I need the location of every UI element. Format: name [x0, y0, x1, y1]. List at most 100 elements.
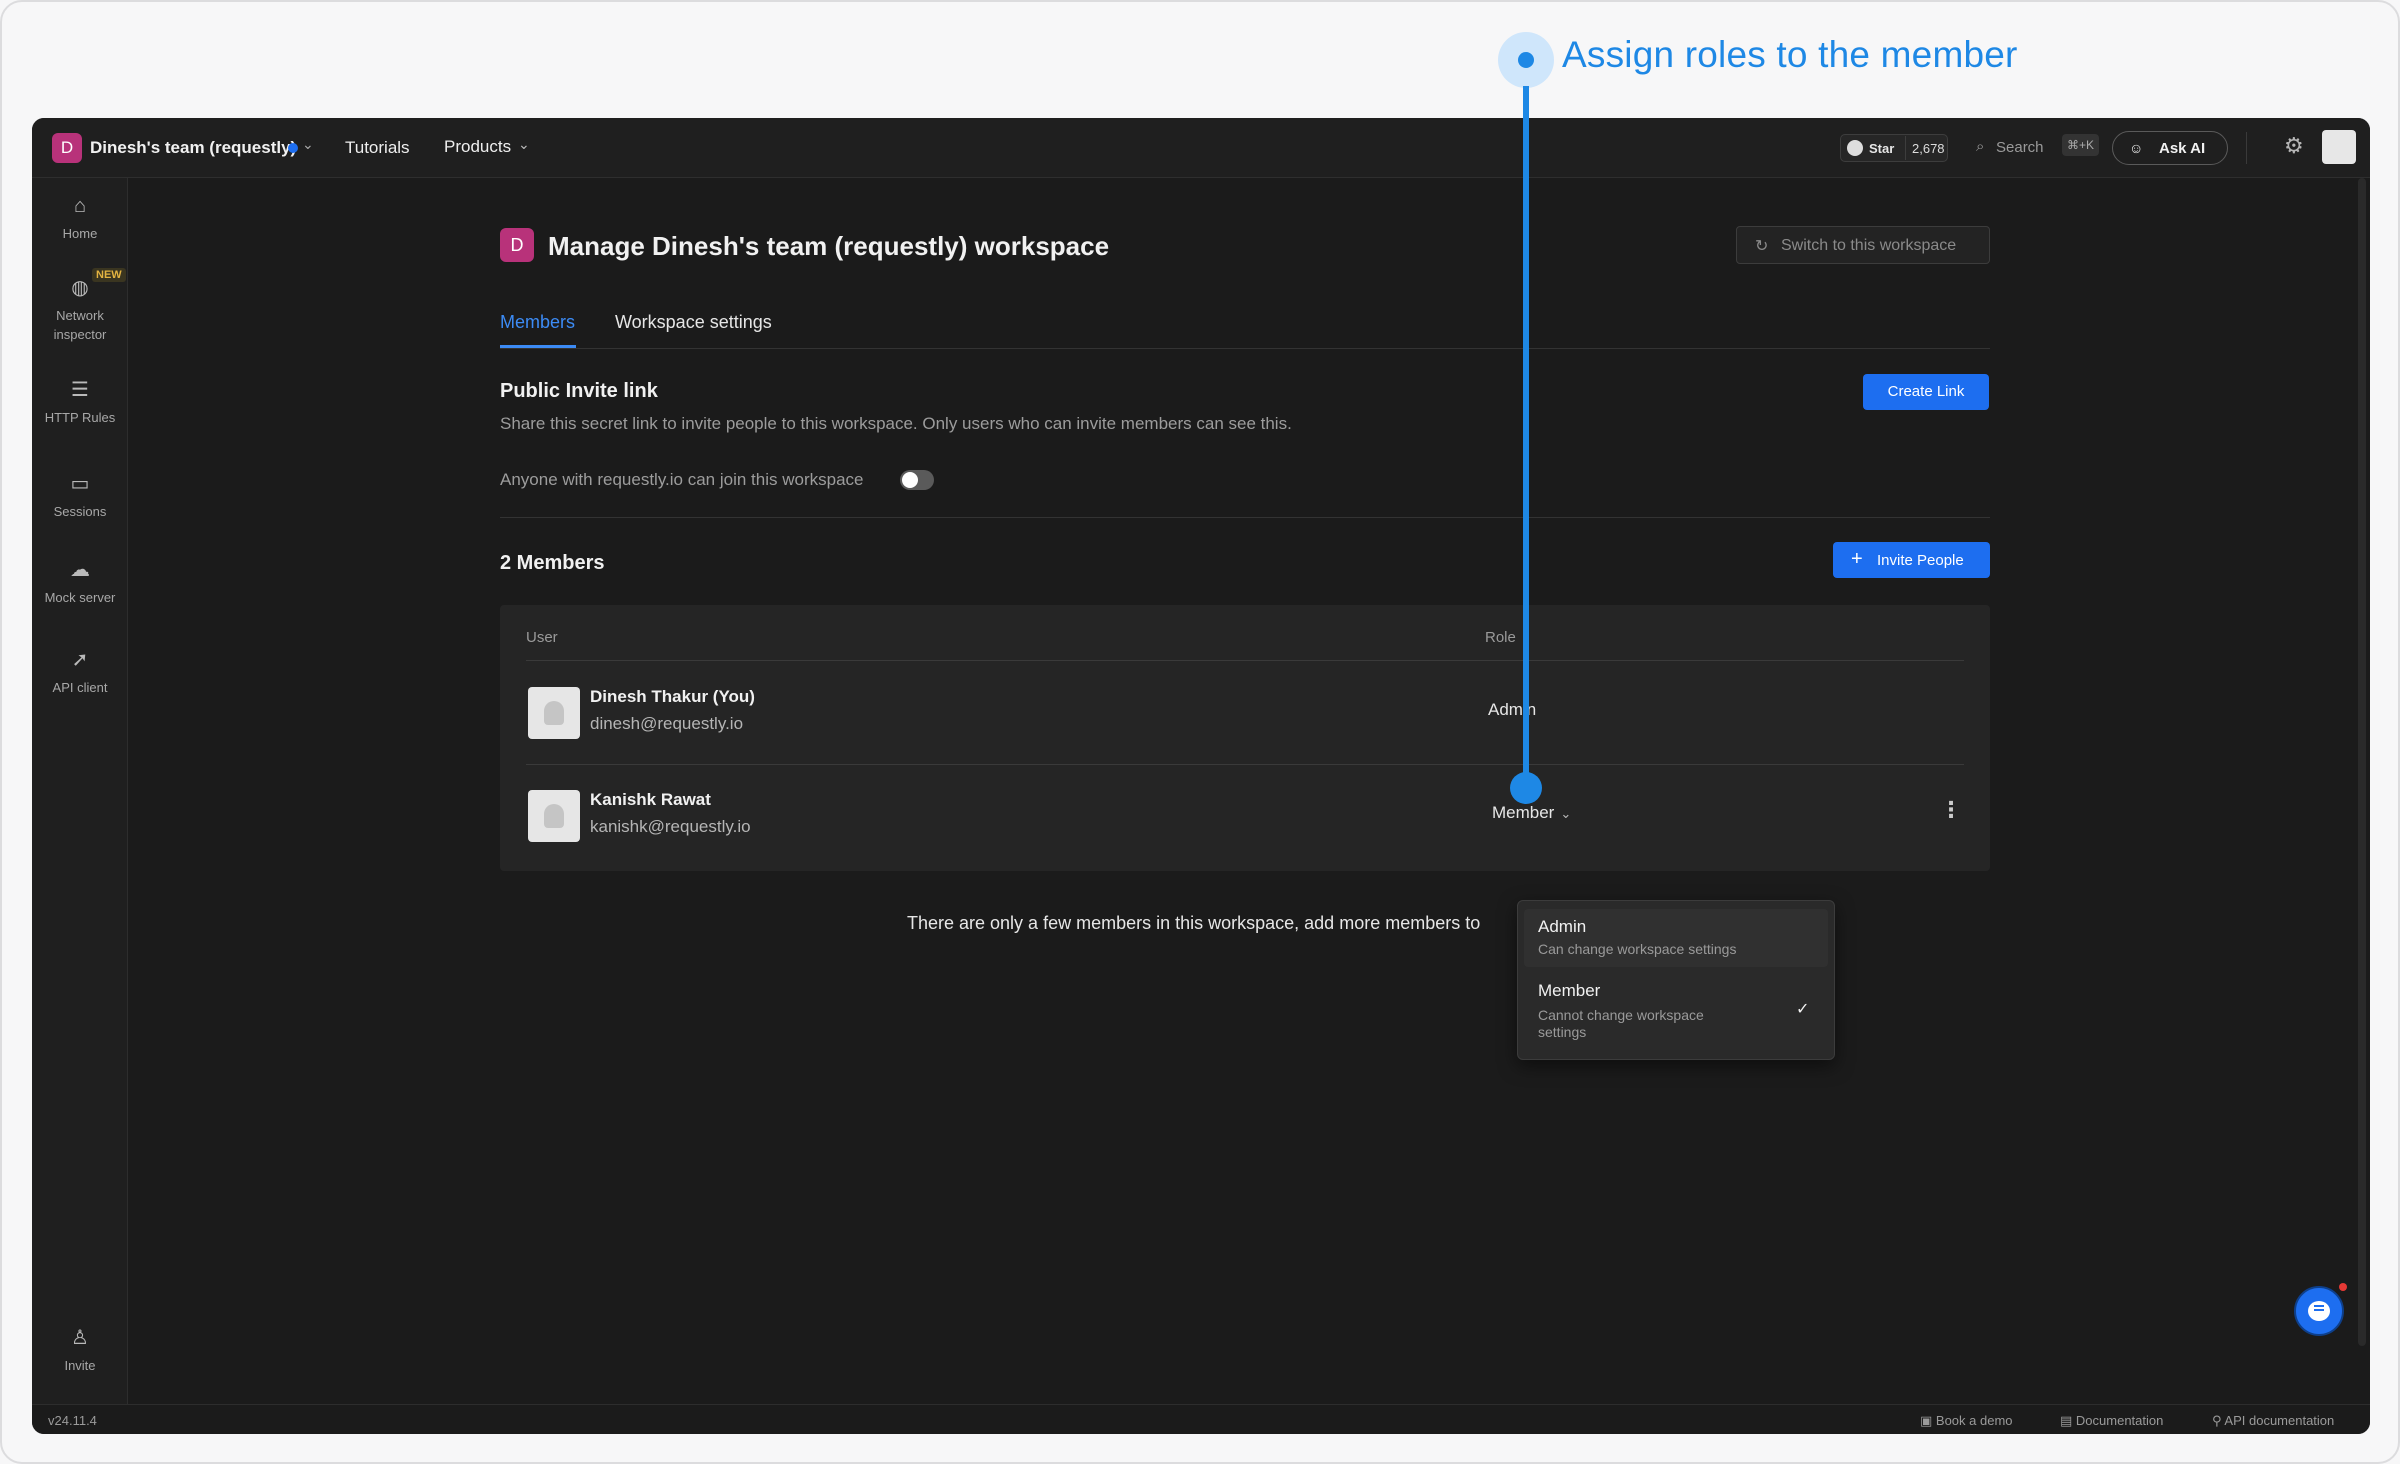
column-header-user: User — [526, 629, 558, 646]
sidebar-item-label: API client — [52, 680, 108, 695]
api-documentation-link[interactable]: ⚲ API documentation — [2212, 1413, 2334, 1429]
search-button[interactable]: ⌕ Search ⌘+K — [1976, 134, 2126, 162]
workspace-avatar: D — [500, 228, 534, 262]
sidebar-item-label: HTTP Rules — [44, 410, 116, 425]
search-shortcut: ⌘+K — [2062, 134, 2100, 156]
role-select-value: Member — [1492, 803, 1555, 822]
book-demo-label: Book a demo — [1935, 1413, 2013, 1428]
sidebar-item-label: Mock server — [44, 590, 116, 605]
workspace-switcher[interactable]: Dinesh's team (requestly) — [90, 138, 296, 158]
chat-support-button[interactable] — [2294, 1286, 2344, 1336]
video-icon: ▭ — [70, 473, 90, 495]
sidebar-item-mock-server[interactable]: ☁ Mock server — [32, 558, 128, 607]
column-header-role: Role — [1485, 629, 1516, 646]
chevron-down-icon[interactable]: ⌄ — [518, 136, 530, 153]
members-count: 2 Members — [500, 552, 605, 574]
sidebar-item-sessions[interactable]: ▭ Sessions — [32, 472, 128, 521]
domain-join-toggle[interactable] — [900, 470, 934, 490]
divider — [2246, 132, 2247, 164]
create-link-button[interactable]: Create Link — [1863, 374, 1989, 410]
invite-people-button[interactable]: + Invite People — [1833, 542, 1990, 578]
members-table: User Role Dinesh Thakur (You) dinesh@req… — [500, 605, 1990, 871]
ask-ai-button[interactable]: ☺ Ask AI — [2112, 131, 2228, 165]
notification-dot — [2339, 1283, 2347, 1291]
sidebar-item-label: Sessions — [53, 504, 107, 519]
role-option-member[interactable]: Member Cannot change workspace settings … — [1524, 973, 1828, 1051]
workspace-avatar[interactable]: D — [52, 133, 82, 163]
sidebar-item-label: Invite — [64, 1358, 96, 1373]
sliders-icon: ☰ — [71, 379, 89, 401]
member-name: Dinesh Thakur (You) — [590, 687, 755, 706]
sidebar-item-label: Home — [62, 226, 98, 241]
role-select[interactable]: Member ⌄ — [1492, 803, 1571, 823]
callout-pointer-end — [1510, 772, 1542, 804]
refresh-icon: ↻ — [1755, 238, 1769, 255]
gear-icon[interactable]: ⚙ — [2284, 133, 2304, 159]
sidebar-item-http-rules[interactable]: ☰ HTTP Rules — [32, 378, 128, 427]
tab-workspace-settings[interactable]: Workspace settings — [615, 312, 772, 333]
empty-state-note: There are only a few members in this wor… — [907, 913, 1481, 933]
invite-link-description: Share this secret link to invite people … — [500, 414, 1292, 433]
search-icon: ⌕ — [1976, 138, 1985, 155]
chevron-down-icon: ⌄ — [1560, 806, 1572, 821]
page-title: Manage Dinesh's team (requestly) workspa… — [548, 231, 1110, 261]
footer: v24.11.4 ▣ Book a demo ▤ Documentation ⚲… — [32, 1404, 2370, 1434]
sidebar-item-network-inspector[interactable]: ◍ NEW Network inspector — [32, 268, 128, 344]
sidebar-item-api-client[interactable]: ➚ API client — [32, 648, 128, 697]
switch-workspace-button[interactable]: ↻ Switch to this workspace — [1736, 226, 1990, 264]
callout-marker-center — [1518, 52, 1534, 68]
chevron-down-icon[interactable]: ⌄ — [302, 136, 314, 153]
github-star-button[interactable]: Star 2,678 — [1840, 134, 1948, 162]
github-star-label: Star — [1869, 141, 1895, 156]
github-icon — [1847, 140, 1863, 156]
documentation-label: Documentation — [2075, 1413, 2164, 1428]
workspace-status-dot — [288, 143, 298, 153]
divider — [500, 517, 1990, 518]
sidebar-item-invite[interactable]: ♙ Invite — [32, 1326, 128, 1375]
plus-icon: + — [1851, 548, 1863, 570]
more-options-icon[interactable]: ⋮ — [1940, 797, 1962, 823]
search-label: Search — [1996, 139, 2044, 156]
member-name: Kanishk Rawat — [590, 790, 711, 809]
avatar — [528, 790, 580, 842]
book-demo-link[interactable]: ▣ Book a demo — [1920, 1413, 2013, 1429]
divider — [526, 660, 1964, 661]
tab-members[interactable]: Members — [500, 312, 575, 333]
new-badge: NEW — [92, 268, 126, 282]
app-window: D Dinesh's team (requestly) ⌄ Tutorials … — [32, 118, 2370, 1434]
role-option-label: Admin — [1538, 917, 1587, 936]
home-icon: ⌂ — [73, 195, 87, 217]
rocket-icon: ➚ — [71, 649, 89, 671]
avatar — [528, 687, 580, 739]
ai-icon: ☺ — [2129, 140, 2144, 156]
documentation-link[interactable]: ▤ Documentation — [2060, 1413, 2163, 1429]
divider — [500, 348, 1990, 349]
avatar[interactable] — [2322, 130, 2356, 164]
main-content: D Manage Dinesh's team (requestly) works… — [128, 178, 2370, 1404]
nav-tutorials[interactable]: Tutorials — [345, 138, 410, 158]
github-star-count: 2,678 — [1905, 136, 1951, 160]
sidebar-item-label: Network inspector — [53, 308, 107, 342]
divider — [526, 764, 1964, 765]
user-plus-icon: ♙ — [71, 1327, 89, 1349]
role-option-admin[interactable]: Admin Can change workspace settings — [1524, 909, 1828, 967]
cloud-icon: ☁ — [70, 559, 90, 581]
role-option-description: Can change workspace settings — [1538, 941, 1737, 957]
role-option-label: Member — [1538, 981, 1601, 1000]
api-documentation-label: API documentation — [2224, 1413, 2335, 1428]
toggle-knob — [902, 472, 918, 488]
chat-icon — [2308, 1301, 2330, 1321]
ask-ai-label: Ask AI — [2159, 140, 2206, 157]
callout-text: Assign roles to the member — [1562, 34, 2018, 75]
role-option-description: Cannot change workspace settings — [1538, 1007, 1704, 1040]
invite-people-label: Invite People — [1877, 552, 1964, 569]
invite-link-title: Public Invite link — [500, 380, 658, 402]
domain-join-label: Anyone with requestly.io can join this w… — [500, 470, 864, 489]
check-icon: ✓ — [1796, 1001, 1810, 1018]
sidebar-item-home[interactable]: ⌂ Home — [32, 194, 128, 243]
callout-pointer-line — [1523, 86, 1529, 786]
scrollbar[interactable] — [2358, 178, 2366, 1346]
sidebar: ⌂ Home ◍ NEW Network inspector ☰ HTTP Ru… — [32, 178, 128, 1404]
top-bar: D Dinesh's team (requestly) ⌄ Tutorials … — [32, 118, 2370, 178]
nav-products[interactable]: Products — [444, 137, 511, 157]
